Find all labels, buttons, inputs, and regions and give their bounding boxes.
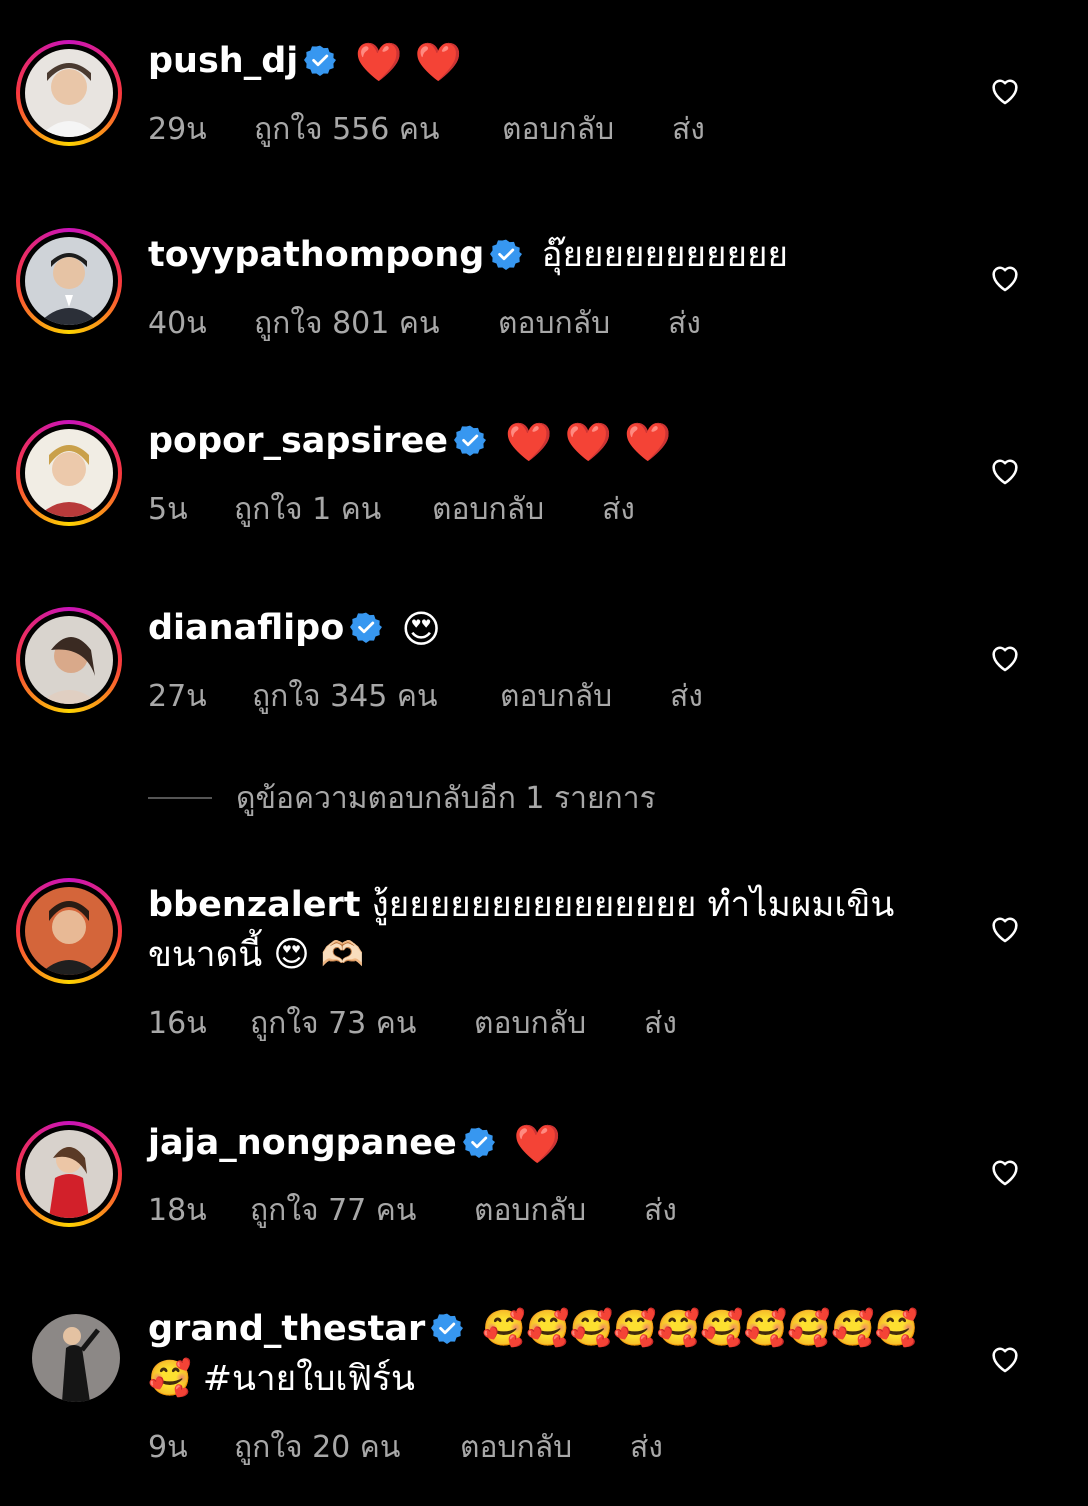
like-count[interactable]: ถูกใจ 1 คน — [234, 486, 432, 533]
reply-button[interactable]: ตอบกลับ — [502, 106, 672, 153]
send-button[interactable]: ส่ง — [668, 300, 701, 347]
send-button[interactable]: ส่ง — [644, 1187, 677, 1234]
avatar[interactable] — [16, 228, 122, 334]
comment-username[interactable]: push_dj — [148, 41, 298, 81]
verified-badge-icon — [454, 425, 487, 456]
comment-username[interactable]: grand_thestar — [148, 1309, 425, 1349]
comment-time: 27น — [148, 679, 207, 714]
comment-time: 18น — [148, 1193, 207, 1228]
reply-button[interactable]: ตอบกลับ — [474, 1187, 644, 1234]
comment-username[interactable]: dianaflipo — [148, 608, 344, 648]
comment-text: ❤️ ❤️ ❤️ — [505, 420, 672, 464]
avatar[interactable] — [16, 40, 122, 146]
comment-username[interactable]: jaja_nongpanee — [148, 1123, 457, 1163]
comment-text: 😍 — [401, 607, 442, 651]
comment-time: 16น — [148, 1006, 207, 1041]
heart-icon[interactable] — [988, 261, 1022, 295]
send-button[interactable]: ส่ง — [630, 1424, 663, 1471]
comment-time: 40น — [148, 306, 207, 341]
heart-icon[interactable] — [988, 641, 1022, 675]
avatar[interactable] — [16, 1121, 122, 1227]
verified-badge-icon — [304, 45, 337, 76]
comment-username[interactable]: bbenzalert — [148, 885, 360, 925]
verified-badge-icon — [462, 1127, 495, 1158]
comment-username[interactable]: popor_sapsiree — [148, 421, 448, 461]
comment-text: ❤️ ❤️ — [355, 40, 463, 84]
comment-username[interactable]: toyypathompong — [148, 235, 484, 275]
heart-icon[interactable] — [988, 1155, 1022, 1189]
like-count[interactable]: ถูกใจ 345 คน — [252, 673, 500, 720]
comment-text: อุ๊ยยยยยยยยยยย — [541, 235, 789, 275]
view-replies-label: ดูข้อความตอบกลับอีก 1 รายการ — [236, 781, 656, 816]
view-replies-button[interactable]: ดูข้อความตอบกลับอีก 1 รายการ — [148, 775, 656, 822]
avatar[interactable] — [16, 607, 122, 713]
comment-text: ❤️ — [513, 1122, 562, 1166]
like-count[interactable]: ถูกใจ 77 คน — [250, 1187, 474, 1234]
like-count[interactable]: ถูกใจ 556 คน — [254, 106, 502, 153]
reply-button[interactable]: ตอบกลับ — [474, 1000, 644, 1047]
send-button[interactable]: ส่ง — [672, 106, 705, 153]
heart-icon[interactable] — [988, 74, 1022, 108]
like-count[interactable]: ถูกใจ 20 คน — [234, 1424, 460, 1471]
like-count[interactable]: ถูกใจ 73 คน — [250, 1000, 474, 1047]
verified-badge-icon — [431, 1313, 464, 1344]
send-button[interactable]: ส่ง — [602, 486, 635, 533]
send-button[interactable]: ส่ง — [670, 673, 703, 720]
replies-divider — [148, 797, 212, 799]
verified-badge-icon — [350, 612, 383, 643]
reply-button[interactable]: ตอบกลับ — [460, 1424, 630, 1471]
like-count[interactable]: ถูกใจ 801 คน — [254, 300, 498, 347]
verified-badge-icon — [490, 239, 523, 270]
reply-button[interactable]: ตอบกลับ — [432, 486, 602, 533]
heart-icon[interactable] — [988, 1342, 1022, 1376]
avatar[interactable] — [16, 878, 122, 984]
comment-time: 9น — [148, 1430, 188, 1465]
send-button[interactable]: ส่ง — [644, 1000, 677, 1047]
avatar[interactable] — [16, 420, 122, 526]
reply-button[interactable]: ตอบกลับ — [498, 300, 668, 347]
avatar[interactable] — [16, 1306, 122, 1412]
heart-icon[interactable] — [988, 912, 1022, 946]
heart-icon[interactable] — [988, 454, 1022, 488]
reply-button[interactable]: ตอบกลับ — [500, 673, 670, 720]
comment-time: 5น — [148, 492, 188, 527]
comment-time: 29น — [148, 112, 207, 147]
